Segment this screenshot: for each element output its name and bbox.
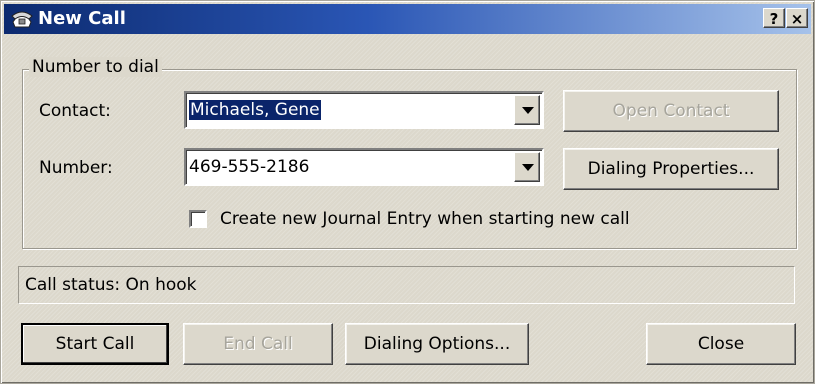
journal-entry-label[interactable]: Create new Journal Entry when starting n… [220, 209, 630, 229]
window-title: New Call [38, 8, 126, 29]
close-button[interactable]: Close [646, 323, 796, 365]
journal-entry-checkbox[interactable] [189, 210, 207, 228]
help-button[interactable]: ? [763, 8, 785, 28]
contact-combobox[interactable]: Michaels, Gene [184, 91, 544, 129]
chevron-down-icon[interactable] [514, 95, 540, 125]
new-call-dialog: New Call ? × Number to dial Contact: Mic… [0, 0, 815, 384]
start-call-button[interactable]: Start Call [21, 323, 169, 365]
call-status-bar: Call status: On hook [18, 266, 795, 304]
group-legend: Number to dial [29, 57, 162, 77]
open-contact-button[interactable]: Open Contact [563, 90, 779, 132]
number-combobox[interactable]: 469-555-2186 [184, 148, 544, 186]
dialing-options-button[interactable]: Dialing Options... [345, 323, 529, 365]
title-bar[interactable]: New Call ? × [4, 4, 811, 34]
number-label: Number: [39, 158, 113, 178]
contact-value: Michaels, Gene [189, 100, 321, 120]
phone-icon [11, 11, 33, 28]
chevron-down-icon[interactable] [514, 152, 540, 182]
dialing-properties-button[interactable]: Dialing Properties... [563, 148, 779, 190]
close-icon[interactable]: × [786, 8, 808, 28]
number-value: 469-555-2186 [189, 157, 310, 177]
call-status-text: Call status: On hook [25, 275, 197, 295]
end-call-button[interactable]: End Call [183, 323, 333, 365]
contact-label: Contact: [39, 101, 111, 121]
